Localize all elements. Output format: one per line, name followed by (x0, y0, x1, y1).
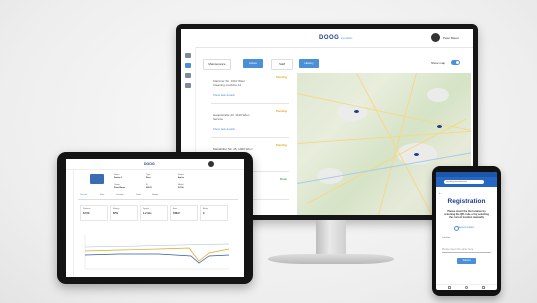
map-town (427, 88, 449, 102)
registration-message: Please insert the the location by scanni… (444, 210, 489, 220)
nav-home-icon[interactable] (465, 286, 468, 289)
stat-card: Alerts 0 (200, 205, 228, 221)
tab-history[interactable]: History (152, 194, 158, 196)
devices-icon[interactable] (185, 83, 191, 88)
map-road (297, 130, 471, 144)
task-details-link[interactable]: Show task details (213, 127, 235, 131)
tab-history[interactable]: History (299, 59, 319, 68)
device-field: Status Active (178, 174, 185, 179)
user-avatar[interactable] (431, 33, 440, 42)
tab-maintenance[interactable]: Maintenance (203, 59, 231, 70)
app-logo-subtitle: inmotion (341, 36, 353, 40)
tab-staff[interactable]: Staff (271, 59, 293, 70)
chart-series-light (84, 243, 230, 248)
select-location-link[interactable]: Select location (458, 226, 474, 229)
tab-tasks[interactable]: Tasks (136, 194, 141, 196)
device-field: Model D-100 (178, 184, 184, 189)
map-marker[interactable] (414, 153, 419, 156)
phone-screen: app.doog-inmotion.com ← Registration Ple… (436, 172, 497, 290)
status-badge: Done (280, 177, 287, 181)
task-description: Service (213, 117, 224, 121)
task-description: Cleaning machine 12 (213, 83, 242, 87)
nav-recent-icon[interactable] (482, 286, 485, 289)
user-icon[interactable] (185, 73, 191, 78)
back-arrow-icon[interactable]: ← (438, 191, 443, 196)
location-name-input[interactable]: Please insert the name here (442, 247, 491, 253)
task-details-link[interactable]: Show task details (213, 93, 235, 97)
bottom-navigation (436, 284, 497, 290)
sidebar (66, 169, 74, 277)
tablet-device: DOOG Name Device 1 Type Dust Status Active … (57, 152, 253, 284)
page-title: Registration (447, 198, 486, 205)
show-map-label: Show map (431, 61, 446, 65)
user-avatar[interactable] (208, 161, 214, 167)
app-logo[interactable]: DOOG (319, 35, 339, 41)
nav-back-icon[interactable] (448, 286, 451, 289)
app-header: DOOG (66, 159, 244, 170)
monitor-stand-neck (316, 220, 346, 256)
map-marker[interactable] (354, 110, 359, 113)
chart-series-blue (84, 253, 230, 264)
tablet-screen: DOOG Name Device 1 Type Dust Status Active … (66, 159, 244, 277)
device-tabs: General Data Location Tasks History (78, 194, 238, 200)
app-header: DOOG inmotion Peter Bauer (181, 29, 473, 48)
location-icon[interactable] (185, 63, 191, 68)
tab-general[interactable]: General (80, 194, 87, 196)
device-field: Owner Peter Bauer (114, 184, 126, 189)
tab-active[interactable]: Active (243, 59, 263, 68)
tab-data[interactable]: Data (100, 194, 104, 196)
phone-device: app.doog-inmotion.com ← Registration Ple… (432, 166, 501, 296)
line-chart[interactable] (79, 229, 231, 275)
stat-card: Runtime 12.5h (80, 205, 108, 221)
stats-cards: Runtime 12.5h Battery 87% Speed 1.2 m/s Are… (80, 205, 230, 221)
device-field: Type Dust (146, 174, 151, 179)
app-logo[interactable]: DOOG (144, 162, 155, 166)
submit-button[interactable]: Submit (457, 258, 476, 264)
show-map-toggle[interactable] (451, 60, 460, 65)
location-label: Location (442, 237, 451, 239)
device-field: Name Device 1 (114, 174, 123, 179)
stat-card: Area 340m² (170, 205, 198, 221)
task-card[interactable]: Pending Kärntner Str. 1010 Wien Cleaning… (211, 73, 289, 104)
device-field: ID 00123 (146, 184, 152, 189)
stat-card: Battery 87% (110, 205, 138, 221)
tab-location[interactable]: Location (116, 194, 124, 196)
monitor-stand-base (268, 254, 394, 264)
url-bar[interactable]: app.doog-inmotion.com (444, 180, 484, 184)
map-marker[interactable] (437, 125, 442, 128)
menu-icon[interactable] (185, 53, 191, 58)
device-image (90, 174, 104, 184)
stat-card: Speed 1.2 m/s (140, 205, 168, 221)
user-name[interactable]: Peter Bauer (443, 36, 459, 40)
task-card[interactable]: Pending Hauptstraße 23, 1140 Wien Servic… (211, 107, 289, 138)
